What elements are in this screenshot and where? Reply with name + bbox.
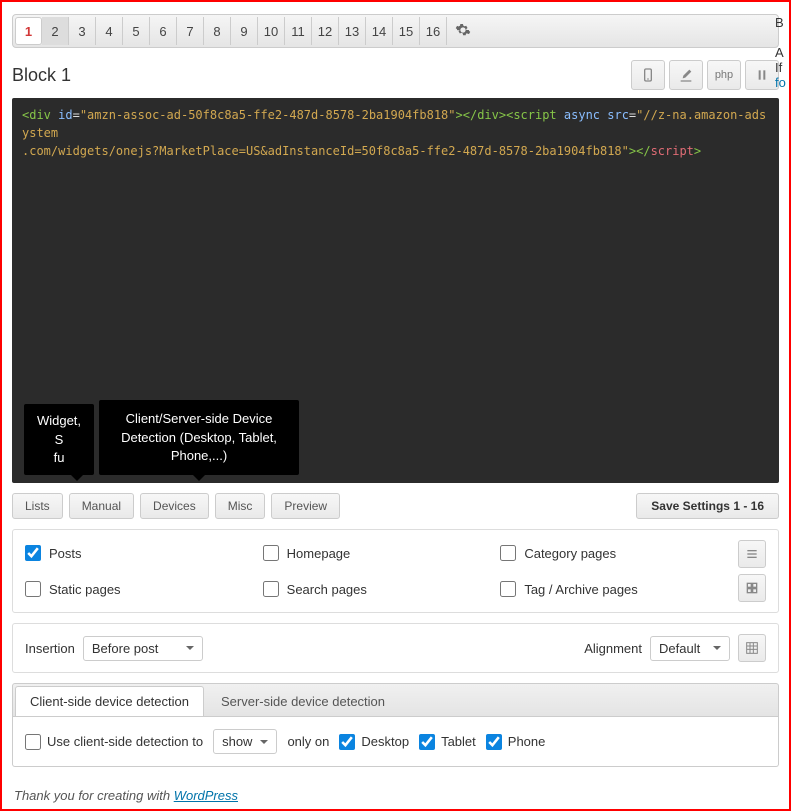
insertion-select[interactable]: Before post	[83, 636, 203, 661]
block-tab-12[interactable]: 12	[312, 17, 339, 45]
posts-checkbox[interactable]: Posts	[25, 545, 243, 561]
grid-view-icon[interactable]	[738, 574, 766, 602]
wordpress-link[interactable]: WordPress	[174, 788, 238, 803]
category-checkbox[interactable]: Category pages	[500, 545, 718, 561]
detection-action-select[interactable]: show	[213, 729, 277, 754]
server-detection-tab[interactable]: Server-side device detection	[206, 686, 400, 716]
block-tab-9[interactable]: 9	[231, 17, 258, 45]
block-tab-16[interactable]: 16	[420, 17, 447, 45]
detection-tabs: Client-side device detection Server-side…	[12, 683, 779, 717]
device-preview-button[interactable]	[631, 60, 665, 90]
block-tab-1[interactable]: 1	[15, 17, 42, 45]
client-detection-tab[interactable]: Client-side device detection	[15, 686, 204, 716]
block-title: Block 1	[12, 65, 71, 86]
alignment-select[interactable]: Default	[650, 636, 730, 661]
block-tab-10[interactable]: 10	[258, 17, 285, 45]
block-tab-5[interactable]: 5	[123, 17, 150, 45]
block-tab-4[interactable]: 4	[96, 17, 123, 45]
tablet-checkbox[interactable]: Tablet	[419, 734, 476, 750]
use-client-detection-checkbox[interactable]: Use client-side detection to	[25, 734, 203, 750]
insertion-label: Insertion	[25, 641, 75, 656]
tag-archive-checkbox[interactable]: Tag / Archive pages	[500, 581, 718, 597]
settings-gear-icon[interactable]	[447, 22, 479, 41]
only-on-label: only on	[287, 734, 329, 749]
search-pages-checkbox[interactable]: Search pages	[263, 581, 481, 597]
desktop-checkbox[interactable]: Desktop	[339, 734, 409, 750]
preview-button[interactable]: Preview	[271, 493, 340, 519]
block-tab-6[interactable]: 6	[150, 17, 177, 45]
block-tab-11[interactable]: 11	[285, 17, 312, 45]
block-tab-13[interactable]: 13	[339, 17, 366, 45]
manual-button[interactable]: Manual	[69, 493, 134, 519]
manual-tooltip: Widget, Sfu	[24, 404, 94, 475]
misc-button[interactable]: Misc	[215, 493, 266, 519]
php-button[interactable]: php	[707, 60, 741, 90]
alignment-preview-icon[interactable]	[738, 634, 766, 662]
static-pages-checkbox[interactable]: Static pages	[25, 581, 243, 597]
alignment-label: Alignment	[584, 641, 642, 656]
devices-tooltip: Client/Server-side Device Detection (Des…	[99, 400, 299, 475]
list-view-icon[interactable]	[738, 540, 766, 568]
devices-button[interactable]: Devices	[140, 493, 209, 519]
phone-checkbox[interactable]: Phone	[486, 734, 546, 750]
block-tab-7[interactable]: 7	[177, 17, 204, 45]
footer-credit: Thank you for creating with WordPress	[14, 788, 238, 803]
cutoff-side-text: B A If fo	[771, 15, 791, 90]
block-tabs: 1 2 3 4 5 6 7 8 9 10 11 12 13 14 15 16	[12, 14, 779, 48]
lists-button[interactable]: Lists	[12, 493, 63, 519]
save-settings-button[interactable]: Save Settings 1 - 16	[636, 493, 779, 519]
homepage-checkbox[interactable]: Homepage	[263, 545, 481, 561]
block-tab-3[interactable]: 3	[69, 17, 96, 45]
block-tab-8[interactable]: 8	[204, 17, 231, 45]
block-tab-14[interactable]: 14	[366, 17, 393, 45]
block-tab-2[interactable]: 2	[42, 17, 69, 45]
tools-button[interactable]	[669, 60, 703, 90]
block-tab-15[interactable]: 15	[393, 17, 420, 45]
